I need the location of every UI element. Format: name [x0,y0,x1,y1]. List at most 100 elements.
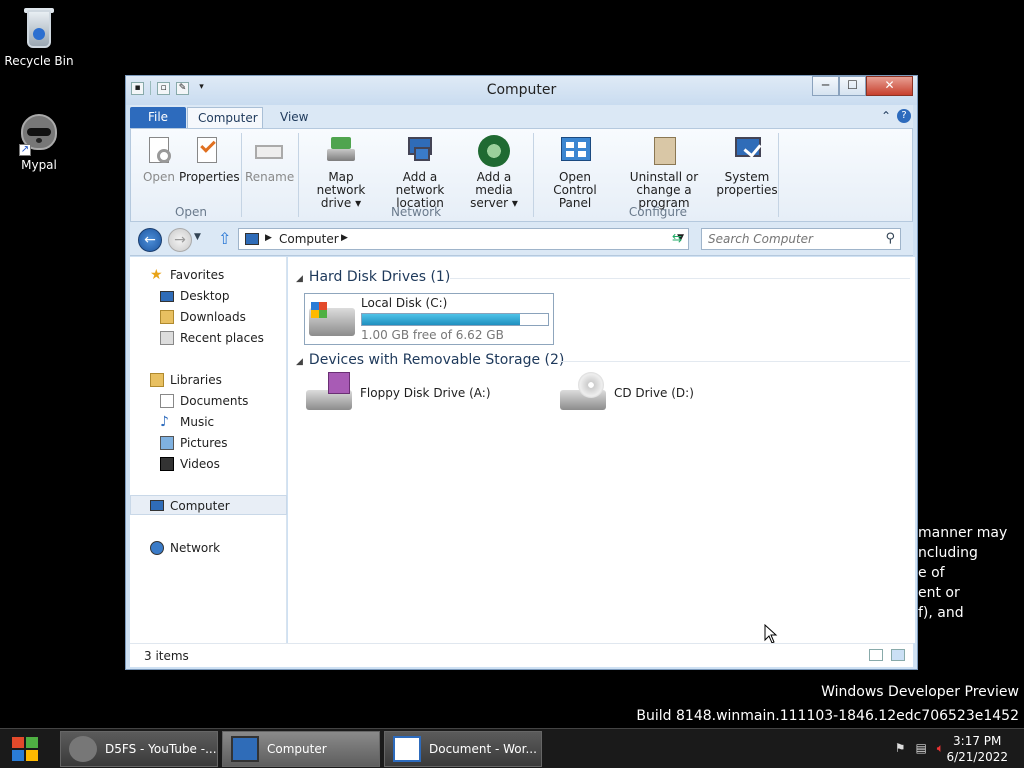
close-button[interactable]: ✕ [866,76,913,96]
desktop-icon-recycle-bin[interactable]: Recycle Bin [1,8,77,68]
os-watermark-line2: Build 8148.winmain.111103-1846.12edc7065… [636,708,1019,724]
clock-time: 3:17 PM [953,734,1002,748]
breadcrumb-separator-icon[interactable]: ▶ [341,233,348,243]
taskbar-button-youtube[interactable]: D5FS - YouTube -... [60,731,218,767]
group-separator [298,133,299,217]
volume-muted-icon[interactable]: 🔈︎ [937,741,944,756]
taskbar-label: D5FS - YouTube -... [105,742,217,756]
minimize-ribbon-icon[interactable]: ⌃ [881,109,891,123]
start-button[interactable] [10,735,44,763]
drive-name: Floppy Disk Drive (A:) [360,386,491,400]
drive-usage-fill [362,314,521,325]
map-network-drive-icon [325,135,357,167]
add-network-location-button[interactable]: Add a network location [381,135,459,210]
nav-label: Libraries [170,373,222,387]
nav-videos[interactable]: Videos [130,454,287,474]
libraries-icon [150,373,164,387]
recent-places-icon [160,331,174,345]
drive-item-floppy-a[interactable]: Floppy Disk Drive (A:) [306,372,536,422]
drive-name: CD Drive (D:) [614,386,694,400]
nav-desktop[interactable]: Desktop [130,286,287,306]
minimize-button[interactable]: ─ [812,76,839,96]
network-location-icon [404,135,436,167]
nav-network[interactable]: Network [130,538,287,558]
taskbar-label: Document - Wor... [429,742,537,756]
maximize-button[interactable]: ☐ [839,76,866,96]
nav-pictures[interactable]: Pictures [130,433,287,453]
open-control-panel-button[interactable]: Open Control Panel [537,135,613,210]
computer-icon [231,736,259,762]
os-watermark-line1: Windows Developer Preview [821,684,1019,700]
group-divider [450,278,910,279]
add-media-server-button[interactable]: Add a media server ▾ [461,135,527,210]
up-arrow-icon[interactable]: ⇧ [218,229,231,248]
back-button[interactable]: ← [138,228,162,252]
search-box[interactable]: ⚲ [701,228,901,250]
help-icon[interactable]: ? [897,109,911,123]
nav-music[interactable]: ♪ Music [130,412,287,432]
map-network-drive-button[interactable]: Map network drive ▾ [303,135,379,210]
media-server-icon [478,135,510,167]
drive-tile-local-disk-c[interactable]: Local Disk (C:) 1.00 GB free of 6.62 GB [304,293,554,345]
network-icon [150,541,164,555]
programs-icon [648,135,680,167]
desktop-icon [160,291,174,302]
collapse-arrow-icon[interactable]: ◢ [296,274,303,284]
nav-label: Recent places [180,331,264,345]
nav-downloads[interactable]: Downloads [130,307,287,327]
search-icon[interactable]: ⚲ [885,231,895,246]
ribbon: Open Properties Rename Open Map network … [130,128,913,222]
refresh-icon[interactable]: ⇆ [666,229,688,249]
taskbar-button-computer[interactable]: Computer [222,731,380,767]
cd-drive-icon [560,372,606,412]
add-media-server-label-1: Add a media [475,170,513,197]
group-separator [778,133,779,217]
network-tray-icon[interactable]: ▤ [915,741,926,756]
open-label: Open [142,170,176,184]
recycle-bin-icon [19,8,59,52]
desktop-icon-mypal[interactable]: ↗ Mypal [1,112,77,172]
nav-recent-places[interactable]: Recent places [130,328,287,348]
ribbon-tabs: File Computer View ⌃ ? [130,105,913,128]
tiles-view-icon[interactable] [891,649,905,661]
drive-item-cd-d[interactable]: CD Drive (D:) [560,372,760,422]
rename-button[interactable]: Rename [245,135,294,184]
search-input[interactable] [702,229,872,249]
open-button[interactable]: Open [141,135,177,184]
collapse-arrow-icon[interactable]: ◢ [296,357,303,367]
details-view-icon[interactable] [869,649,883,661]
tab-computer[interactable]: Computer [187,107,263,128]
group-title: Hard Disk Drives (1) [308,269,451,285]
breadcrumb-separator-icon[interactable]: ▶ [265,233,272,243]
system-properties-button[interactable]: System properties [715,135,779,197]
address-path[interactable]: ▶ Computer ▶ ▼ [238,228,689,250]
clock[interactable]: 3:17 PM 6/21/2022 [946,733,1008,765]
system-properties-label-2: properties [716,183,778,197]
nav-favorites[interactable]: ★ Favorites [130,265,287,285]
map-network-drive-label-1: Map network [316,170,366,197]
forward-button[interactable]: → [168,228,192,252]
taskbar-button-document[interactable]: Document - Wor... [384,731,542,767]
nav-computer[interactable]: Computer [130,495,287,515]
group-header-hard-disk-drives[interactable]: ◢ Hard Disk Drives (1) [296,269,450,285]
action-center-flag-icon[interactable]: ⚑ [895,741,906,756]
properties-button[interactable]: Properties [179,135,240,184]
nav-libraries[interactable]: Libraries [130,370,287,390]
nav-label: Music [180,415,215,429]
downloads-folder-icon [160,310,174,324]
breadcrumb-computer[interactable]: Computer [279,232,339,246]
raccoon-browser-icon: ↗ [19,112,59,156]
documents-icon [160,394,174,408]
pictures-icon [160,436,174,450]
system-properties-icon [731,135,763,167]
group-header-removable-storage[interactable]: ◢ Devices with Removable Storage (2) [296,352,564,368]
computer-icon [245,233,259,245]
nav-documents[interactable]: Documents [130,391,287,411]
tab-file[interactable]: File [130,107,186,128]
recent-locations-dropdown-icon[interactable]: ▼ [194,232,201,242]
uninstall-program-button[interactable]: Uninstall or change a program [615,135,713,210]
open-icon [143,135,175,167]
title-bar[interactable]: ▪ ▫ ✎ ▾ Computer ─ ☐ ✕ [126,76,917,105]
background-text-line: f), and [918,605,964,621]
tab-view[interactable]: View [270,107,318,128]
